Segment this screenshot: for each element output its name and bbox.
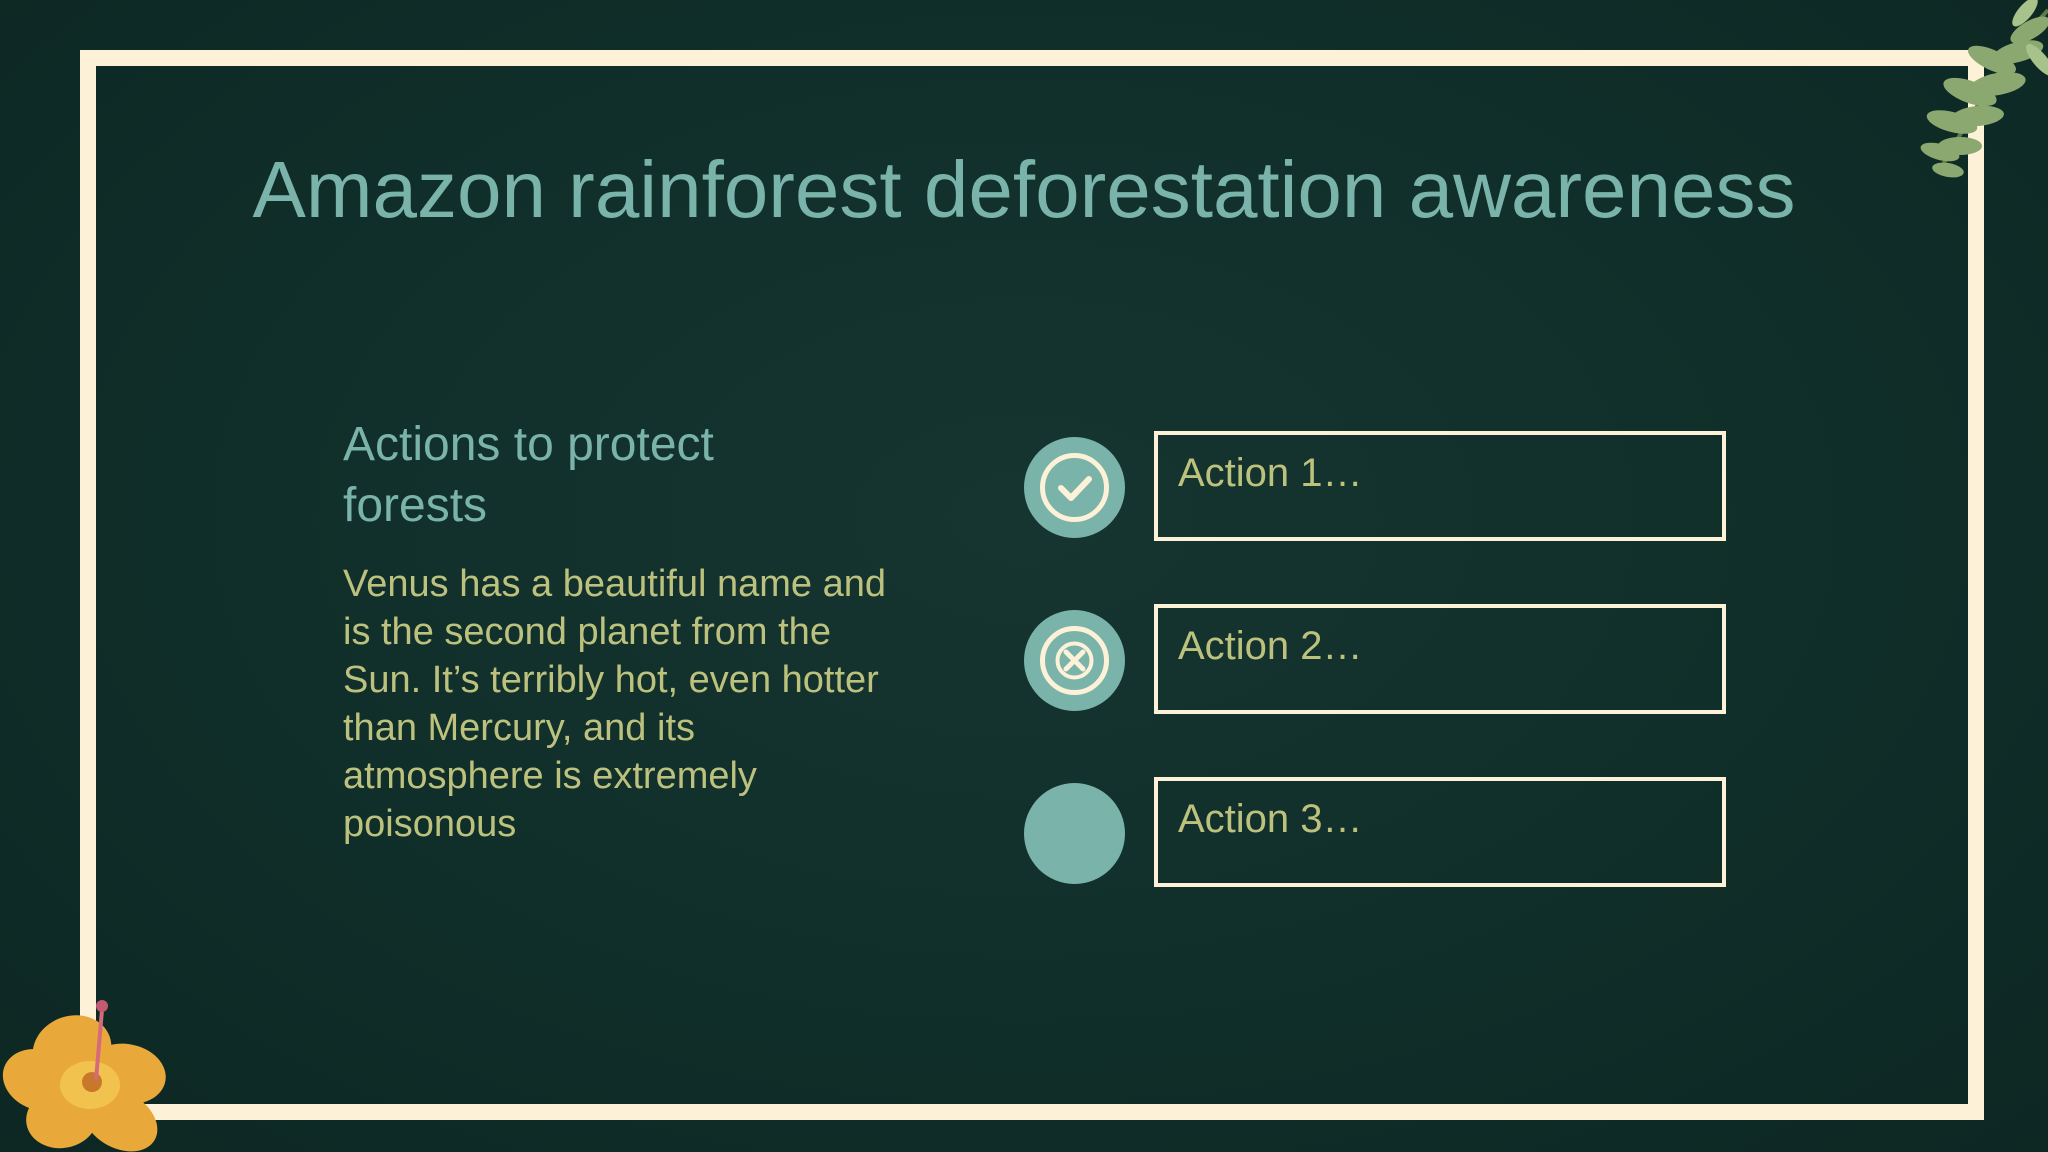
action-label: Action 2…: [1178, 624, 1363, 668]
check-circle-icon: [1024, 437, 1125, 538]
slide-title: Amazon rainforest deforestation awarenes…: [252, 145, 1796, 234]
action-box-2[interactable]: Action 2…: [1154, 604, 1726, 714]
hibiscus-flower-decoration: [2, 1000, 166, 1152]
action-label: Action 1…: [1178, 451, 1363, 495]
action-box-3[interactable]: Action 3…: [1154, 777, 1726, 887]
blank-circle: [1024, 783, 1125, 884]
x-circle-icon: [1024, 610, 1125, 711]
action-box-1[interactable]: Action 1…: [1154, 431, 1726, 541]
section-heading: Actions to protect forests: [343, 418, 714, 532]
action-label: Action 3…: [1178, 797, 1363, 841]
fern-leaves-decoration: [1920, 0, 2048, 178]
section-body-text: Venus has a beautiful name and is the se…: [343, 563, 886, 845]
